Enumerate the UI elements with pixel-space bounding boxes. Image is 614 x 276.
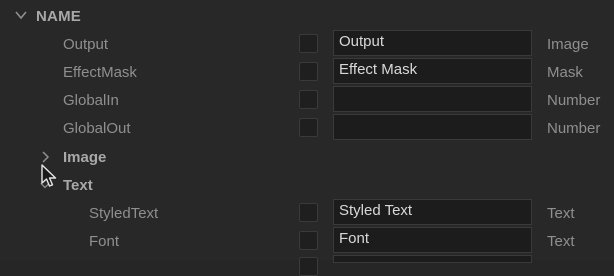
name-field[interactable]: Font [333, 227, 532, 253]
name-field[interactable] [333, 255, 532, 263]
input-label: StyledText [89, 205, 159, 222]
input-row-globalin: GlobalIn Number [0, 86, 614, 114]
chevron-down-icon[interactable] [14, 8, 28, 22]
input-label: GlobalOut [63, 120, 131, 137]
name-field[interactable]: Styled Text [333, 199, 532, 225]
input-label: Font [89, 233, 120, 250]
section-header[interactable]: NAME [0, 3, 614, 31]
input-label: GlobalIn [63, 92, 119, 109]
input-row-font: Font Font Text [0, 227, 614, 255]
input-label: Output [63, 36, 109, 53]
type-label: Number [547, 92, 601, 109]
group-label-image: Image [63, 149, 107, 166]
input-row-globalout: GlobalOut Number [0, 114, 614, 142]
type-label: Number [547, 120, 601, 137]
checkbox[interactable] [299, 62, 318, 81]
section-title: NAME [36, 8, 81, 25]
input-row-output: Output Output Image [0, 30, 614, 58]
checkbox[interactable] [299, 203, 318, 222]
checkbox[interactable] [299, 90, 318, 109]
type-label: Text [547, 205, 575, 222]
name-field[interactable] [333, 86, 532, 112]
input-label: EffectMask [63, 64, 137, 81]
group-row-image[interactable]: Image [0, 144, 614, 172]
mouse-cursor-icon [41, 164, 57, 187]
input-row-effectmask: EffectMask Effect Mask Mask [0, 58, 614, 86]
checkbox[interactable] [299, 231, 318, 250]
name-field[interactable]: Output [333, 30, 532, 56]
checkbox[interactable] [299, 118, 318, 137]
type-label: Text [547, 233, 575, 250]
type-label: Mask [547, 64, 583, 81]
type-label: Image [547, 36, 589, 53]
group-label-text: Text [63, 177, 93, 194]
checkbox[interactable] [299, 34, 318, 53]
chevron-right-icon[interactable] [40, 151, 50, 163]
name-field[interactable]: Effect Mask [333, 58, 532, 84]
inspector-panel: NAME Output Output Image EffectMask Effe… [0, 0, 614, 276]
group-row-text[interactable]: Text [0, 172, 614, 200]
name-field[interactable] [333, 114, 532, 140]
input-row-styledtext: StyledText Styled Text Text [0, 199, 614, 227]
